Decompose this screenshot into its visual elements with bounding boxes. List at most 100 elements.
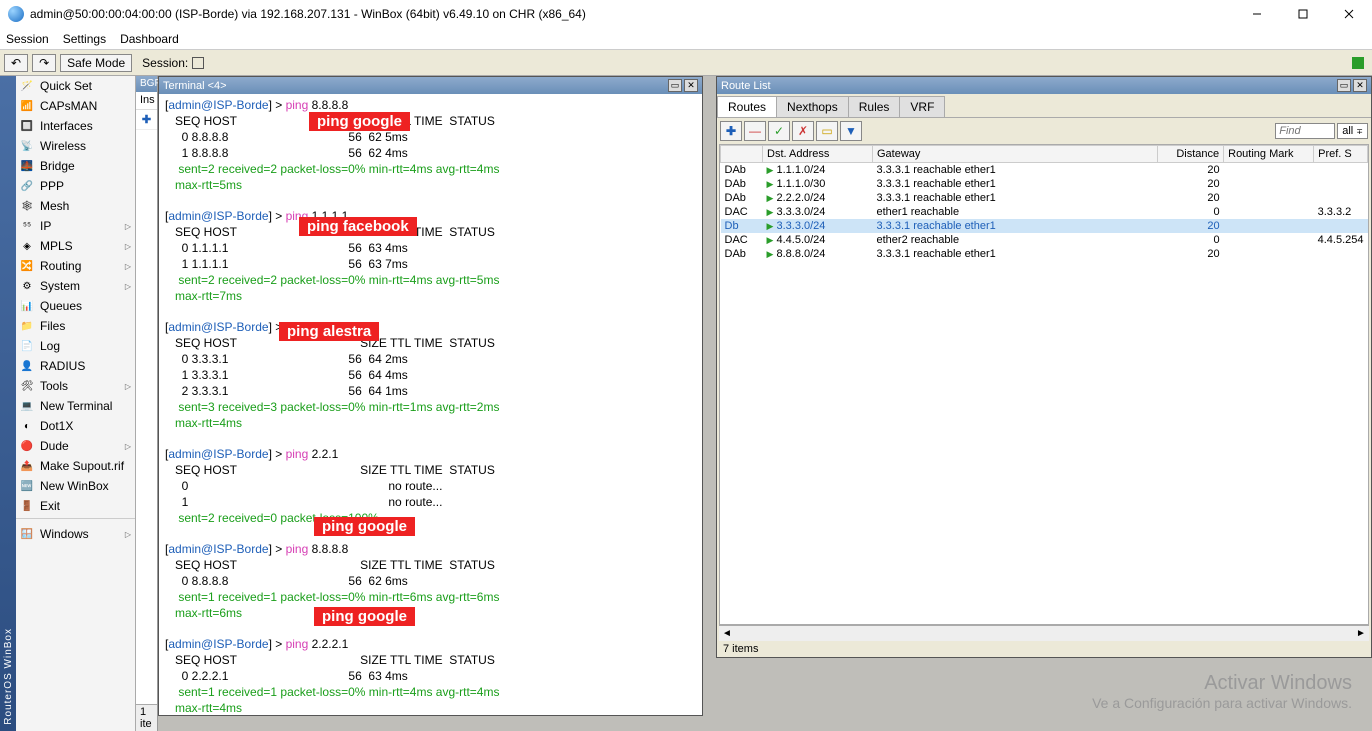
sidebar-label: IP xyxy=(40,219,51,233)
tab-vrf[interactable]: VRF xyxy=(899,96,945,117)
sidebar-item[interactable]: 📤Make Supout.rif xyxy=(16,456,135,476)
sidebar-item[interactable]: 🔀Routing▷ xyxy=(16,256,135,276)
route-row[interactable]: DAb▶ 1.1.1.0/243.3.3.1 reachable ether12… xyxy=(721,163,1368,178)
annotation-label: ping google xyxy=(314,607,415,626)
toolbar: ↶ ↷ Safe Mode Session: xyxy=(0,50,1372,76)
sidebar-item[interactable]: 📶CAPsMAN xyxy=(16,96,135,116)
route-row[interactable]: Db▶ 3.3.3.0/243.3.3.1 reachable ether120 xyxy=(721,219,1368,233)
sidebar-item[interactable]: 📁Files xyxy=(16,316,135,336)
add-button[interactable]: ✚ xyxy=(720,121,742,141)
route-row[interactable]: DAC▶ 4.4.5.0/24ether2 reachable04.4.5.25… xyxy=(721,233,1368,247)
chevron-icon: ▷ xyxy=(125,530,131,539)
sidebar-item[interactable]: 💻New Terminal xyxy=(16,396,135,416)
sidebar-label: Windows xyxy=(40,527,89,541)
remove-button[interactable]: — xyxy=(744,121,766,141)
column-header[interactable]: Gateway xyxy=(873,146,1158,163)
column-header[interactable]: Dst. Address xyxy=(763,146,873,163)
menu-dashboard[interactable]: Dashboard xyxy=(120,32,179,46)
sidebar-icon: 🔴 xyxy=(20,439,34,453)
bgp-window-edge: BGP Ins ✚ 1 ite xyxy=(136,76,158,731)
sidebar-item[interactable]: ◈MPLS▷ xyxy=(16,236,135,256)
sidebar-item[interactable]: 📊Queues xyxy=(16,296,135,316)
session-label: Session: xyxy=(142,56,188,70)
sidebar-item[interactable]: 🔲 Interfaces xyxy=(16,116,135,136)
sidebar-item[interactable]: 🪄 Quick Set xyxy=(16,76,135,96)
close-button[interactable] xyxy=(1326,0,1372,28)
routes-scrollbar[interactable]: ◄ ► xyxy=(719,625,1369,641)
menu-settings[interactable]: Settings xyxy=(63,32,106,46)
maximize-button[interactable] xyxy=(1280,0,1326,28)
column-header[interactable]: Distance xyxy=(1158,146,1224,163)
sidebar-label: CAPsMAN xyxy=(40,99,97,113)
add-icon[interactable]: ✚ xyxy=(142,113,151,126)
route-row[interactable]: DAb▶ 1.1.1.0/303.3.3.1 reachable ether12… xyxy=(721,177,1368,191)
find-input[interactable] xyxy=(1275,123,1335,139)
sidebar-item[interactable]: 🔗PPP xyxy=(16,176,135,196)
sidebar-item[interactable]: 📄Log xyxy=(16,336,135,356)
tab-routes[interactable]: Routes xyxy=(717,96,777,117)
undo-button[interactable]: ↶ xyxy=(4,54,28,72)
sidebar-label: Dude xyxy=(40,439,69,453)
routes-tabs: Routes Nexthops Rules VRF xyxy=(717,94,1371,118)
sidebar-icon: 🆕 xyxy=(20,479,34,493)
sidebar-item[interactable]: 🛠Tools▷ xyxy=(16,376,135,396)
routes-title: Route List xyxy=(721,80,771,92)
terminal-close-button[interactable]: ✕ xyxy=(684,79,698,92)
sidebar: 🪄 Quick Set 📶CAPsMAN 🔲 Interfaces 📡Wireless🌉B… xyxy=(16,76,136,731)
filter-button[interactable]: ▼ xyxy=(840,121,862,141)
sidebar-icon: 🕸 xyxy=(20,199,34,213)
sidebar-item[interactable]: 🔴 Dude ▷ xyxy=(16,436,135,456)
redo-button[interactable]: ↷ xyxy=(32,54,56,72)
terminal-titlebar[interactable]: Terminal <4> ▭ ✕ xyxy=(159,77,702,94)
comment-button[interactable]: ▭ xyxy=(816,121,838,141)
column-header[interactable]: Pref. S xyxy=(1314,146,1368,163)
sidebar-item[interactable]: ⁵⁵IP▷ xyxy=(16,216,135,236)
safe-mode-button[interactable]: Safe Mode xyxy=(60,54,132,72)
enable-button[interactable]: ✓ xyxy=(768,121,790,141)
sidebar-label: MPLS xyxy=(40,239,73,253)
column-header[interactable]: Routing Mark xyxy=(1224,146,1314,163)
terminal-window: Terminal <4> ▭ ✕ [admin@ISP-Borde] > pin… xyxy=(158,76,703,716)
window-title: admin@50:00:00:04:00:00 (ISP-Borde) via … xyxy=(30,7,586,21)
sidebar-icon: 🚪 xyxy=(20,499,34,513)
sidebar-item[interactable]: ⚙System▷ xyxy=(16,276,135,296)
route-row[interactable]: DAb▶ 8.8.8.0/243.3.3.1 reachable ether12… xyxy=(721,247,1368,261)
sidebar-icon: 🛠 xyxy=(20,379,34,393)
sidebar-item-windows[interactable]: 🪟 Windows ▷ xyxy=(16,524,135,544)
routes-toolbar: ✚ — ✓ ✗ ▭ ▼ all ∓ xyxy=(717,118,1371,144)
sidebar-item[interactable]: 🌉Bridge xyxy=(16,156,135,176)
sidebar-item[interactable]: 🆕New WinBox xyxy=(16,476,135,496)
minimize-button[interactable] xyxy=(1234,0,1280,28)
tab-rules[interactable]: Rules xyxy=(848,96,901,117)
routes-minimize-button[interactable]: ▭ xyxy=(1337,79,1351,92)
sidebar-icon: 🔲 xyxy=(20,119,34,133)
sidebar-label: Wireless xyxy=(40,139,86,153)
sidebar-item[interactable]: 🚪Exit xyxy=(16,496,135,516)
column-header[interactable] xyxy=(721,146,763,163)
menu-session[interactable]: Session xyxy=(6,32,49,46)
chevron-icon: ▷ xyxy=(125,442,131,451)
routes-titlebar[interactable]: Route List ▭ ✕ xyxy=(717,77,1371,94)
sidebar-item[interactable]: 🕸Mesh xyxy=(16,196,135,216)
route-row[interactable]: DAC▶ 3.3.3.0/24ether1 reachable03.3.3.2 xyxy=(721,205,1368,219)
route-row[interactable]: DAb▶ 2.2.2.0/243.3.3.1 reachable ether12… xyxy=(721,191,1368,205)
annotation-label: ping alestra xyxy=(279,322,379,341)
windows-icon: 🪟 xyxy=(20,527,34,541)
sidebar-item[interactable]: 📡Wireless xyxy=(16,136,135,156)
sidebar-icon: 📊 xyxy=(20,299,34,313)
terminal-body[interactable]: [admin@ISP-Borde] > ping 8.8.8.8 SEQ HOS… xyxy=(159,94,702,715)
content-area: BGP Ins ✚ 1 ite Terminal <4> ▭ ✕ [admin@… xyxy=(136,76,1372,731)
sidebar-item[interactable]: ◐Dot1X xyxy=(16,416,135,436)
filter-all[interactable]: all ∓ xyxy=(1337,123,1368,139)
sidebar-label: Interfaces xyxy=(40,119,93,133)
sidebar-item[interactable]: 👤RADIUS xyxy=(16,356,135,376)
disable-button[interactable]: ✗ xyxy=(792,121,814,141)
terminal-minimize-button[interactable]: ▭ xyxy=(668,79,682,92)
bgp-row: Ins xyxy=(136,92,157,110)
sidebar-icon: 🪄 xyxy=(20,79,34,93)
main-area: RouterOS WinBox 🪄Quick Set📶CAPsMAN🔲Inter… xyxy=(0,76,1372,731)
routes-close-button[interactable]: ✕ xyxy=(1353,79,1367,92)
tab-nexthops[interactable]: Nexthops xyxy=(776,96,849,117)
sidebar-label: Quick Set xyxy=(40,79,92,93)
chevron-icon: ▷ xyxy=(125,242,131,251)
